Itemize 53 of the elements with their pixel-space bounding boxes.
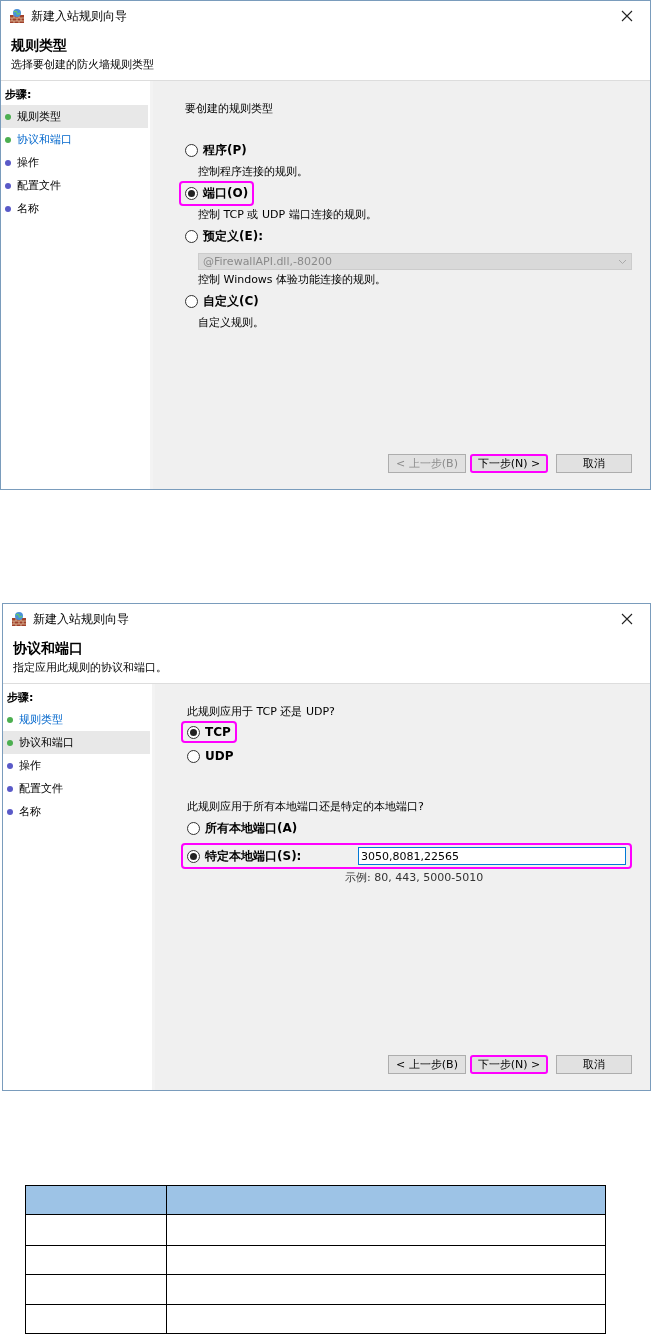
- wizard-button[interactable]: 下一步(N) >: [470, 454, 548, 473]
- radio-button[interactable]: [187, 822, 200, 835]
- option-label: 所有本地端口(A): [205, 820, 298, 837]
- steps-label: 步骤:: [4, 87, 33, 103]
- steps-label: 步骤:: [6, 690, 35, 706]
- radio-button[interactable]: [187, 749, 200, 763]
- radio-button[interactable]: [185, 295, 198, 308]
- wizard-button[interactable]: 取消: [556, 1055, 632, 1074]
- wizard-button[interactable]: 下一步(N) >: [470, 1055, 548, 1074]
- close-icon: [621, 10, 633, 22]
- option-label: 端口(O): [203, 185, 249, 202]
- question-text: 此规则应用于 TCP 还是 UDP?: [187, 704, 336, 719]
- option-label: 预定义(E):: [203, 228, 263, 245]
- example-text: 示例: 80, 443, 5000-5010: [344, 870, 485, 885]
- radio-button[interactable]: [185, 144, 198, 157]
- page-heading: 协议和端口: [13, 639, 84, 658]
- chevron-down-icon: [618, 258, 627, 265]
- page-heading: 规则类型: [11, 36, 68, 55]
- wizard-button[interactable]: < 上一步(B): [388, 1055, 466, 1074]
- window-title: 新建入站规则向导: [33, 610, 130, 628]
- step-item[interactable]: 协议和端口: [1, 128, 148, 151]
- step-item[interactable]: 规则类型: [3, 708, 150, 731]
- step-item[interactable]: 操作: [3, 754, 150, 777]
- step-item[interactable]: 配置文件: [3, 777, 150, 800]
- question-text: 此规则应用于所有本地端口还是特定的本地端口?: [187, 799, 425, 814]
- option-description: 控制 Windows 体验功能连接的规则。: [197, 272, 388, 287]
- step-item[interactable]: 名称: [1, 197, 148, 220]
- step-item[interactable]: 协议和端口: [3, 731, 150, 754]
- firewall-icon: [11, 611, 27, 627]
- option-label: UDP: [205, 749, 234, 763]
- wizard-button[interactable]: 取消: [556, 454, 632, 473]
- step-item[interactable]: 规则类型: [1, 105, 148, 128]
- page-subtitle: 指定应用此规则的协议和端口。: [13, 660, 168, 675]
- option-label: TCP: [205, 725, 231, 739]
- step-item[interactable]: 名称: [3, 800, 150, 823]
- radio-button[interactable]: [187, 725, 200, 739]
- close-icon: [621, 613, 633, 625]
- option-label: 程序(P): [203, 142, 247, 159]
- radio-button[interactable]: [187, 849, 200, 863]
- question-text: 要创建的规则类型: [185, 101, 274, 116]
- page-subtitle: 选择要创建的防火墙规则类型: [11, 57, 155, 72]
- option-description: 控制 TCP 或 UDP 端口连接的规则。: [197, 207, 378, 222]
- step-item[interactable]: 配置文件: [1, 174, 148, 197]
- radio-button[interactable]: [185, 230, 198, 243]
- step-item[interactable]: 操作: [1, 151, 148, 174]
- option-description: 自定义规则。: [197, 315, 265, 330]
- input-field[interactable]: 3050,8081,22565: [358, 847, 626, 865]
- option-description: 控制程序连接的规则。: [197, 164, 309, 179]
- option-label: 特定本地端口(S):: [205, 847, 303, 865]
- firewall-icon: [9, 8, 25, 24]
- option-label: 自定义(C): [203, 293, 259, 310]
- radio-button[interactable]: [185, 187, 198, 200]
- window-title: 新建入站规则向导: [31, 7, 128, 25]
